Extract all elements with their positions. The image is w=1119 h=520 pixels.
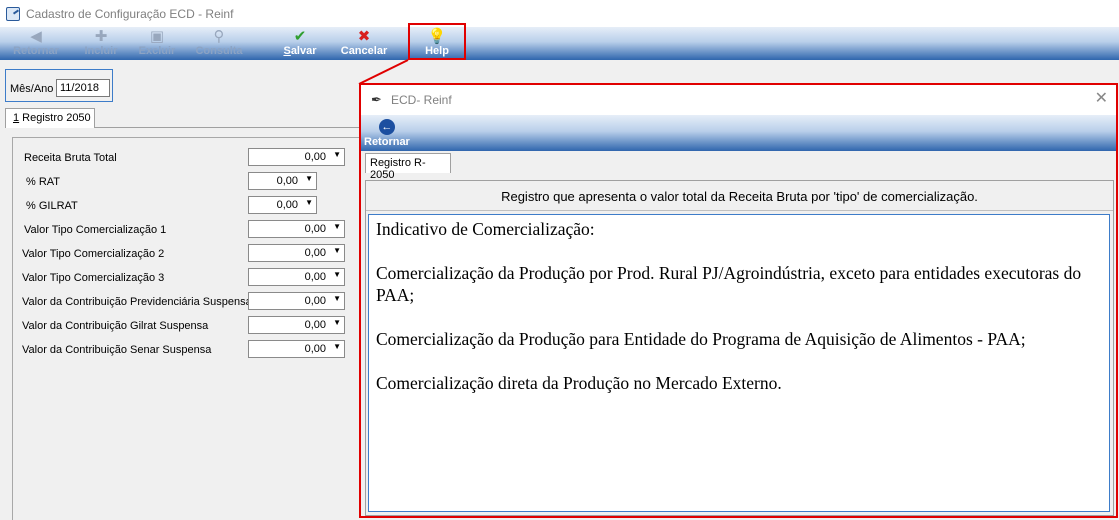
field-label: Valor Tipo Comercialização 2 bbox=[22, 248, 165, 260]
field-row: Valor Tipo Comercialização 3 0,00 ▼ bbox=[13, 268, 373, 288]
main-window: Cadastro de Configuração ECD - Reinf ◀ R… bbox=[0, 0, 1119, 520]
dropdown-arrow-icon[interactable]: ▼ bbox=[333, 270, 341, 279]
popup-header-text: Registro que apresenta o valor total da … bbox=[366, 181, 1113, 211]
period-group: Mês/Ano 11/2018 bbox=[5, 69, 113, 102]
help-popup-window: ✒ ECD- Reinf ✕ ← Retornar Registro R-205… bbox=[359, 83, 1118, 518]
back-arrow-icon: ← bbox=[378, 119, 395, 135]
close-icon[interactable]: ✕ bbox=[1095, 90, 1108, 108]
popup-content-panel: Registro que apresenta o valor total da … bbox=[365, 180, 1114, 516]
plus-icon: ✚ bbox=[94, 28, 108, 45]
dropdown-arrow-icon[interactable]: ▼ bbox=[305, 174, 313, 183]
salvar-accel: S bbox=[283, 45, 291, 57]
field-value: 0,00 bbox=[304, 223, 326, 235]
valor-tipo-1-field[interactable]: 0,00 ▼ bbox=[248, 220, 345, 238]
field-row: Valor Tipo Comercialização 2 0,00 ▼ bbox=[13, 244, 373, 264]
dropdown-arrow-icon[interactable]: ▼ bbox=[333, 150, 341, 159]
field-row: Receita Bruta Total 0,00 ▼ bbox=[13, 148, 373, 168]
field-row: Valor da Contribuição Gilrat Suspensa 0,… bbox=[13, 316, 373, 336]
contribuicao-gilrat-field[interactable]: 0,00 ▼ bbox=[248, 316, 345, 334]
field-value: 0,00 bbox=[276, 199, 298, 211]
dropdown-arrow-icon[interactable]: ▼ bbox=[305, 198, 313, 207]
back-arrow-icon: ◀ bbox=[30, 28, 42, 45]
cancelar-button[interactable]: ✖ Cancelar bbox=[338, 27, 390, 60]
memo-line: Comercialização da Produção para Entidad… bbox=[376, 329, 1026, 349]
field-value: 0,00 bbox=[276, 175, 298, 187]
field-value: 0,00 bbox=[304, 319, 326, 331]
dropdown-arrow-icon[interactable]: ▼ bbox=[333, 222, 341, 231]
popup-title: ECD- Reinf bbox=[391, 93, 452, 107]
pen-icon: ✒ bbox=[371, 92, 382, 107]
field-label: Valor da Contribuição Senar Suspensa bbox=[22, 344, 212, 356]
rat-field[interactable]: 0,00 ▼ bbox=[248, 172, 317, 190]
memo-line: Indicativo de Comercialização: bbox=[376, 219, 595, 239]
registro-2050-form: Receita Bruta Total 0,00 ▼ % RAT 0,00 ▼ % … bbox=[12, 137, 372, 520]
field-value: 0,00 bbox=[304, 151, 326, 163]
title-bar: Cadastro de Configuração ECD - Reinf bbox=[0, 0, 1119, 27]
field-label: % RAT bbox=[26, 176, 61, 188]
field-value: 0,00 bbox=[304, 247, 326, 259]
popup-title-bar: ✒ ECD- Reinf ✕ bbox=[361, 85, 1116, 115]
dropdown-arrow-icon[interactable]: ▼ bbox=[333, 294, 341, 303]
receita-bruta-total-field[interactable]: 0,00 ▼ bbox=[248, 148, 345, 166]
trash-icon: ▣ bbox=[149, 28, 165, 45]
salvar-button[interactable]: ✔ Salvar bbox=[280, 27, 320, 60]
help-highlight-box bbox=[408, 23, 466, 60]
popup-retornar-button[interactable]: ← Retornar bbox=[364, 119, 410, 148]
app-edit-icon bbox=[6, 6, 20, 21]
popup-toolbar: ← Retornar bbox=[361, 115, 1116, 151]
field-label: Valor Tipo Comercialização 3 bbox=[22, 272, 165, 284]
contribuicao-previdenciaria-field[interactable]: 0,00 ▼ bbox=[248, 292, 345, 310]
field-row: Valor Tipo Comercialização 1 0,00 ▼ bbox=[13, 220, 373, 240]
checkmark-icon: ✔ bbox=[293, 28, 307, 45]
salvar-label-rest: alvar bbox=[290, 45, 317, 57]
field-value: 0,00 bbox=[304, 295, 326, 307]
excluir-button[interactable]: ▣ Excluir bbox=[136, 27, 178, 60]
field-row: % RAT 0,00 ▼ bbox=[13, 172, 373, 192]
valor-tipo-2-field[interactable]: 0,00 ▼ bbox=[248, 244, 345, 262]
consulta-button[interactable]: ⚲ Consulta bbox=[192, 27, 246, 60]
tab-registro-2050[interactable]: 1 Registro 2050 bbox=[5, 108, 95, 128]
incluir-button[interactable]: ✚ Incluir bbox=[80, 27, 122, 60]
valor-tipo-3-field[interactable]: 0,00 ▼ bbox=[248, 268, 345, 286]
dropdown-arrow-icon[interactable]: ▼ bbox=[333, 318, 341, 327]
main-toolbar: ◀ Retornar ✚ Incluir ▣ Excluir ⚲ Consult… bbox=[0, 27, 1119, 60]
retornar-button[interactable]: ◀ Retornar bbox=[8, 27, 64, 60]
contribuicao-senar-field[interactable]: 0,00 ▼ bbox=[248, 340, 345, 358]
popup-retornar-label: Retornar bbox=[364, 136, 410, 148]
field-row: % GILRAT 0,00 ▼ bbox=[13, 196, 373, 216]
gilrat-field[interactable]: 0,00 ▼ bbox=[248, 196, 317, 214]
period-input[interactable]: 11/2018 bbox=[56, 79, 110, 97]
field-row: Valor da Contribuição Previdenciária Sus… bbox=[13, 292, 373, 312]
period-label: Mês/Ano bbox=[10, 83, 54, 95]
field-label: Valor Tipo Comercialização 1 bbox=[24, 224, 167, 236]
tab-registro-r2050[interactable]: Registro R-2050 bbox=[365, 153, 451, 181]
help-memo-text[interactable]: Indicativo de Comercialização: Comercial… bbox=[368, 214, 1110, 512]
tab-label: Registro 2050 bbox=[19, 112, 91, 124]
field-label: Receita Bruta Total bbox=[24, 152, 117, 164]
field-label: % GILRAT bbox=[26, 200, 78, 212]
memo-line: Comercialização direta da Produção no Me… bbox=[376, 373, 782, 393]
dropdown-arrow-icon[interactable]: ▼ bbox=[333, 342, 341, 351]
field-value: 0,00 bbox=[304, 271, 326, 283]
dropdown-arrow-icon[interactable]: ▼ bbox=[333, 246, 341, 255]
field-label: Valor da Contribuição Gilrat Suspensa bbox=[22, 320, 209, 332]
window-title: Cadastro de Configuração ECD - Reinf bbox=[26, 6, 234, 21]
memo-line: Comercialização da Produção por Prod. Ru… bbox=[376, 263, 1082, 305]
x-cancel-icon: ✖ bbox=[357, 28, 371, 45]
field-value: 0,00 bbox=[304, 343, 326, 355]
magnifier-icon: ⚲ bbox=[213, 28, 225, 45]
field-row: Valor da Contribuição Senar Suspensa 0,0… bbox=[13, 340, 373, 360]
field-label: Valor da Contribuição Previdenciária Sus… bbox=[22, 296, 252, 308]
